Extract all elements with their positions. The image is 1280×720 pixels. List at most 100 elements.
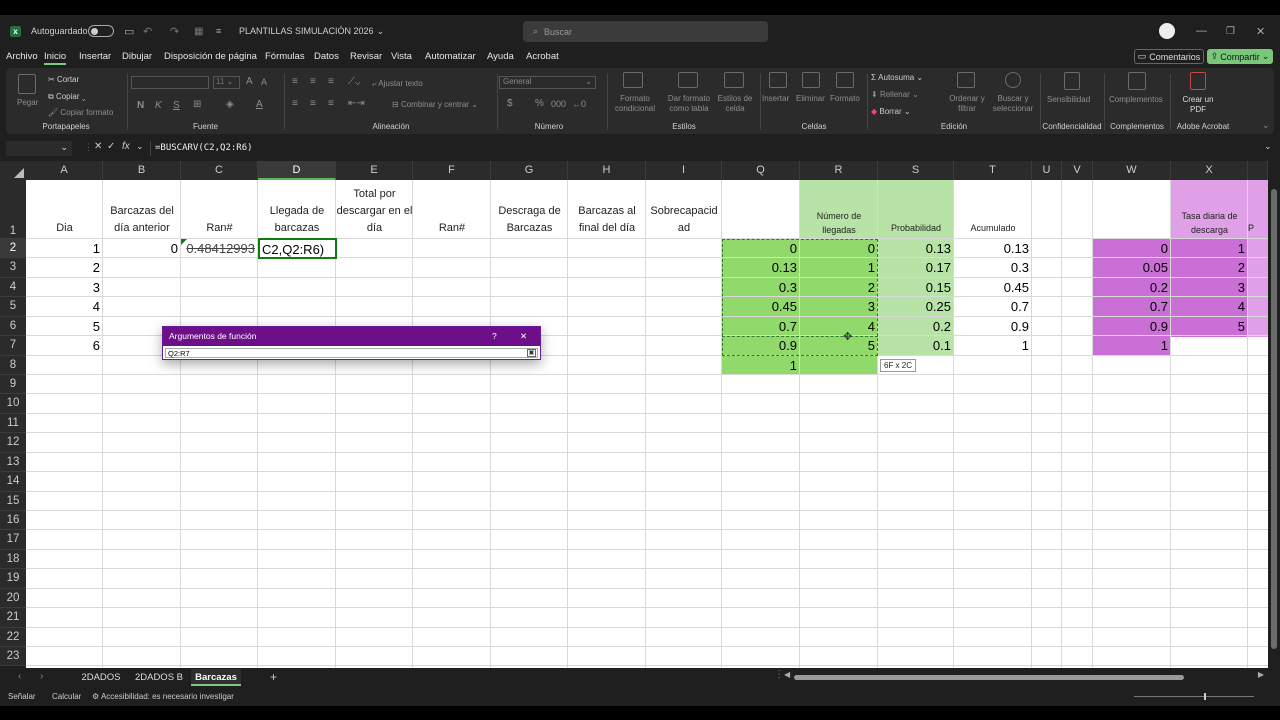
underline-button[interactable]: S: [173, 100, 180, 111]
row-header-13[interactable]: 13: [0, 452, 26, 473]
cell-a6[interactable]: 5: [26, 317, 103, 336]
borders-icon[interactable]: ⊞: [193, 99, 201, 110]
align-right-icon[interactable]: ≡: [328, 98, 334, 109]
align-middle-icon[interactable]: ≡: [310, 76, 316, 87]
cell-t5[interactable]: 0.7: [954, 297, 1032, 316]
sheet-tab-2dados-b[interactable]: 2DADOS B: [130, 669, 188, 686]
menu-insertar[interactable]: Insertar: [79, 51, 111, 62]
indent-icon[interactable]: ⇤⇥: [348, 98, 365, 109]
sort-filter-button[interactable]: Ordenar y filtrar: [945, 94, 989, 114]
cancel-icon[interactable]: ✕: [94, 141, 102, 152]
align-top-icon[interactable]: ≡: [292, 76, 298, 87]
conditional-format-button[interactable]: Formato condicional: [613, 94, 657, 114]
sensitivity-button[interactable]: Sensibilidad: [1047, 95, 1090, 104]
row-header-23[interactable]: 23: [0, 647, 26, 667]
row-header-20[interactable]: 20: [0, 588, 26, 609]
menu-archivo[interactable]: Archivo: [6, 51, 38, 62]
name-box[interactable]: ⌄: [6, 141, 72, 156]
cell-a2[interactable]: 1: [26, 239, 103, 258]
wrap-text-button[interactable]: ⤶ Ajustar texto: [372, 79, 423, 89]
cell-s2[interactable]: 0.13: [878, 239, 954, 258]
customize-icon[interactable]: ≡: [216, 15, 221, 47]
search-input[interactable]: ⌕ Buscar: [523, 21, 768, 42]
cell-a4[interactable]: 3: [26, 278, 103, 297]
orientation-icon[interactable]: ⟋⌄: [348, 76, 360, 87]
font-color-icon[interactable]: A: [256, 99, 263, 110]
row-header-11[interactable]: 11: [0, 413, 26, 434]
cell-s3[interactable]: 0.17: [878, 258, 954, 277]
sheet-tab-barcazas[interactable]: Barcazas: [191, 669, 241, 686]
restore-icon[interactable]: ❐: [1226, 15, 1235, 47]
grow-font-icon[interactable]: A: [246, 76, 253, 87]
menu-automatizar[interactable]: Automatizar: [425, 51, 476, 62]
cell-w6[interactable]: 0.9: [1093, 317, 1171, 336]
shrink-font-icon[interactable]: A: [261, 77, 267, 87]
align-bottom-icon[interactable]: ≡: [328, 76, 334, 87]
vertical-scrollbar[interactable]: [1268, 161, 1280, 668]
column-header-d[interactable]: D: [258, 161, 336, 180]
column-header-i[interactable]: I: [646, 161, 722, 180]
cell-styles-button[interactable]: Estilos de celda: [715, 94, 755, 114]
menu-inicio[interactable]: Inicio: [44, 51, 67, 65]
percent-button[interactable]: %: [535, 98, 544, 109]
redo-icon[interactable]: ↷: [170, 15, 179, 47]
menu-datos[interactable]: Datos: [314, 51, 339, 62]
column-header-u[interactable]: U: [1032, 161, 1062, 180]
menu-disposicion[interactable]: Disposición de página: [164, 51, 257, 62]
column-header-x[interactable]: X: [1171, 161, 1248, 180]
cell-t7[interactable]: 1: [954, 336, 1032, 355]
row-header-8[interactable]: 8: [0, 355, 26, 375]
fill-color-icon[interactable]: ◈: [226, 99, 234, 110]
file-name[interactable]: PLANTILLAS SIMULACIÓN 2026 ⌄: [239, 15, 384, 47]
cell-s6[interactable]: 0.2: [878, 317, 954, 336]
save-icon[interactable]: ▭: [124, 15, 134, 47]
column-header-q[interactable]: Q: [722, 161, 800, 180]
hscroll-menu-icon[interactable]: ⋮: [774, 669, 784, 680]
column-header-v[interactable]: V: [1062, 161, 1093, 180]
bold-button[interactable]: N: [137, 100, 144, 111]
formula-input[interactable]: =BUSCARV(C2,Q2:R6): [150, 141, 1274, 156]
cell-area[interactable]: Dia Barcazas del día anterior Ran# Llega…: [26, 180, 1268, 668]
cell-a7[interactable]: 6: [26, 336, 103, 355]
cell-s5[interactable]: 0.25: [878, 297, 954, 316]
dialog-range-input[interactable]: Q2:R7: [165, 348, 538, 358]
expand-formula-icon[interactable]: ⌄: [1264, 141, 1272, 152]
row-header-2[interactable]: 2: [0, 239, 26, 259]
menu-vista[interactable]: Vista: [391, 51, 412, 62]
align-left-icon[interactable]: ≡: [292, 98, 298, 109]
cell-a5[interactable]: 4: [26, 297, 103, 316]
italic-button[interactable]: K: [155, 100, 162, 111]
status-calculate[interactable]: Calcular: [52, 692, 81, 701]
merge-center-button[interactable]: ⊟ Combinar y centrar ⌄: [392, 100, 478, 109]
paste-icon[interactable]: [18, 74, 36, 94]
comma-icon[interactable]: 000: [551, 99, 566, 109]
row-header-10[interactable]: 10: [0, 394, 26, 414]
select-all-corner[interactable]: [0, 161, 26, 180]
cell-w7[interactable]: 1: [1093, 336, 1171, 355]
copy-button[interactable]: ⧉ Copiar ⌄: [48, 92, 86, 102]
cell-b2[interactable]: 0: [103, 239, 181, 258]
increase-decimal-icon[interactable]: ←0: [572, 99, 586, 109]
horizontal-scrollbar[interactable]: ◀ ▶: [784, 670, 1264, 682]
row-header-3[interactable]: 3: [0, 258, 26, 278]
align-center-icon[interactable]: ≡: [310, 98, 316, 109]
cell-x4[interactable]: 3: [1171, 278, 1248, 297]
expand-dialog-icon[interactable]: ▣: [527, 349, 536, 357]
horizontal-scroll-thumb[interactable]: [794, 675, 1184, 680]
cell-s4[interactable]: 0.15: [878, 278, 954, 297]
number-format-select[interactable]: General ⌄: [499, 76, 596, 89]
row-header-17[interactable]: 17: [0, 530, 26, 550]
cell-w5[interactable]: 0.7: [1093, 297, 1171, 316]
next-sheet-icon[interactable]: ›: [40, 671, 43, 682]
cell-t2[interactable]: 0.13: [954, 239, 1032, 258]
vertical-scroll-thumb[interactable]: [1271, 189, 1277, 649]
menu-ayuda[interactable]: Ayuda: [487, 51, 514, 62]
row-header-18[interactable]: 18: [0, 549, 26, 570]
column-header-g[interactable]: G: [491, 161, 568, 180]
close-icon[interactable]: ✕: [1256, 15, 1265, 47]
row-header-21[interactable]: 21: [0, 608, 26, 628]
minimize-icon[interactable]: —: [1196, 15, 1207, 47]
comments-button[interactable]: ▭ Comentarios: [1134, 49, 1204, 64]
dialog-title-bar[interactable]: Argumentos de función ? ✕: [163, 327, 540, 346]
accessibility-status[interactable]: ⚙ Accesibilidad: es necesario investigar: [92, 692, 234, 701]
